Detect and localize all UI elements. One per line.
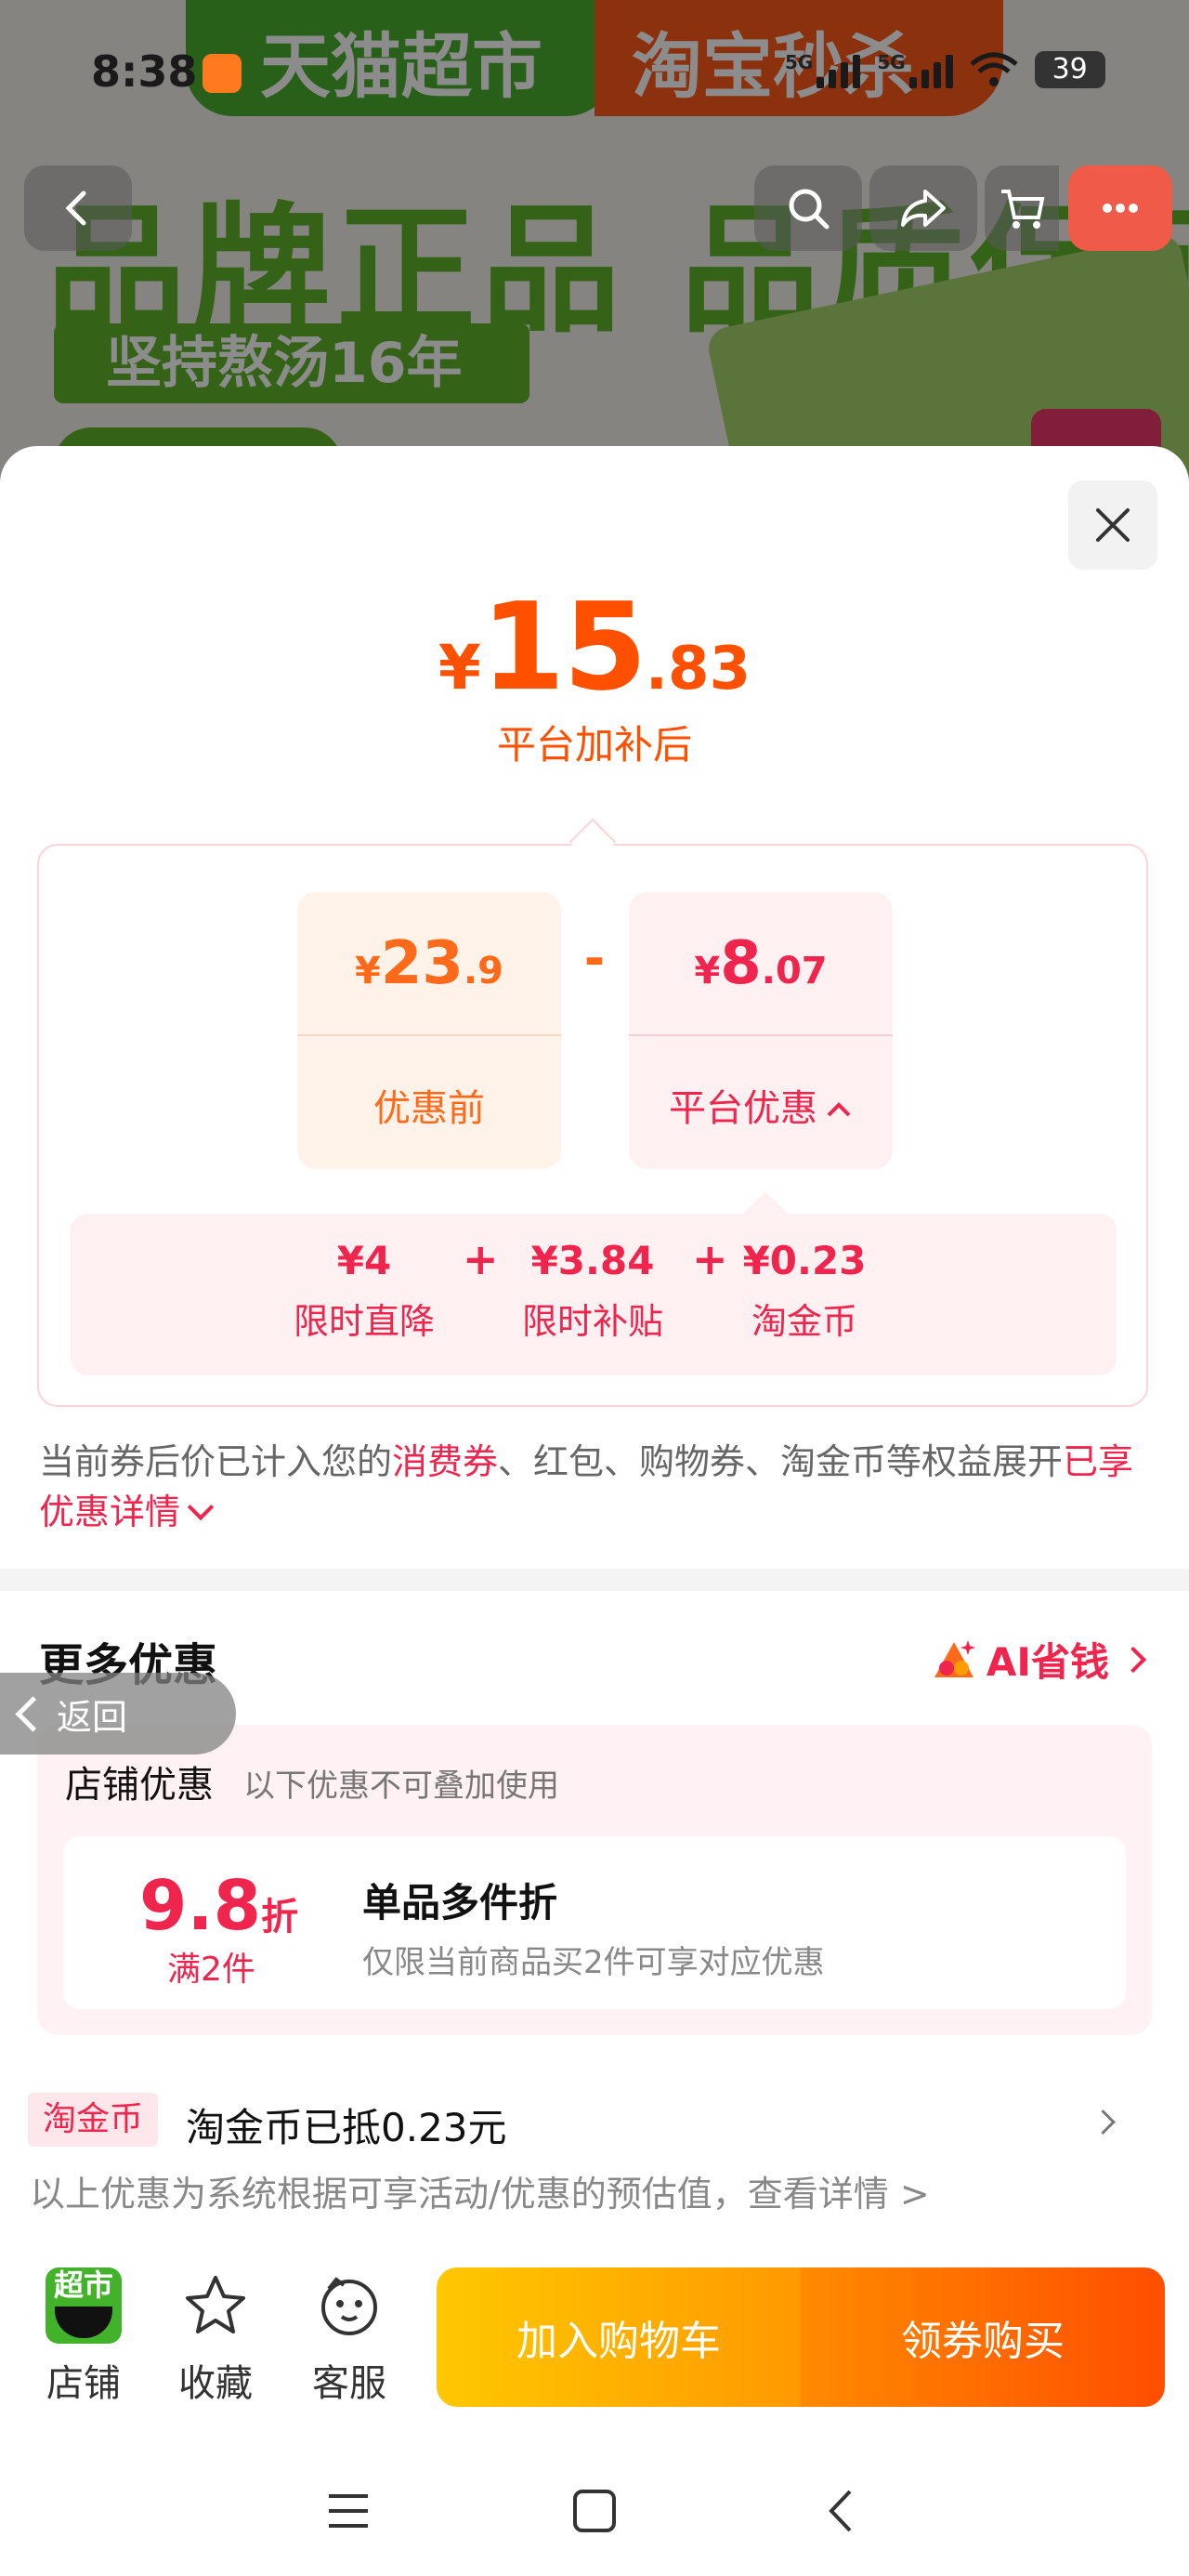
coupon-discount-number: 9.8	[139, 1866, 262, 1946]
shop-discount-title: 店铺优惠	[65, 1764, 214, 1807]
close-icon	[1096, 508, 1130, 542]
network-type-2: 5G	[877, 51, 906, 73]
breakdown-item: ¥4 限时直降	[262, 1238, 466, 1344]
card-divider	[629, 1034, 893, 1036]
chevron-down-icon[interactable]	[187, 1493, 215, 1521]
breakdown-label: 淘金币	[751, 1301, 857, 1342]
search-icon	[789, 189, 830, 230]
final-price-label: 平台加补后	[496, 722, 692, 768]
back-icon	[65, 191, 86, 226]
final-price: ¥15.83	[0, 576, 1189, 717]
star-icon	[186, 2276, 245, 2333]
more-icon	[1103, 204, 1138, 213]
section-separator	[0, 1569, 1189, 1591]
menu-icon	[329, 2494, 368, 2528]
favorite-label: 收藏	[178, 2362, 253, 2405]
home-icon	[573, 2490, 616, 2532]
price-before-amount: ¥23.9	[297, 929, 561, 998]
breakdown-item: ¥0.23 淘金币	[702, 1238, 907, 1344]
floating-back-button[interactable]: 返回	[0, 1673, 236, 1755]
ai-save-link[interactable]: AI省钱	[931, 1631, 1147, 1688]
network-type: 5G	[785, 51, 814, 73]
close-button[interactable]	[1068, 480, 1157, 570]
final-price-integer: 15	[480, 576, 647, 717]
coupon-discount-unit: 折	[261, 1896, 299, 1939]
breakdown-value: ¥3.84	[530, 1238, 655, 1283]
price-note: 当前券后价已计入您的消费券、红包、购物券、淘金币等权益展开已享优惠详情	[39, 1437, 1154, 1537]
minus-sign: -	[583, 929, 606, 988]
breakdown-item: ¥3.84 限时补贴	[490, 1238, 695, 1344]
floating-back-label: 返回	[57, 1696, 128, 1738]
shop-label: 店铺	[46, 2362, 121, 2405]
breakdown-label: 限时补贴	[521, 1301, 663, 1342]
cart-button[interactable]	[985, 165, 1059, 251]
home-button[interactable]	[557, 2474, 632, 2548]
ai-save-label: AI省钱	[986, 1639, 1109, 1685]
note-prefix: 当前券后价已计入您的	[39, 1441, 393, 1482]
breakdown-label: 限时直降	[293, 1301, 435, 1342]
star-icon-box	[177, 2267, 254, 2344]
card-divider	[297, 1034, 561, 1036]
platform-discount-integer: 8	[720, 929, 762, 998]
price-before-decimal: .9	[463, 950, 503, 992]
ai-logo-icon	[934, 1639, 975, 1677]
back-chevron-icon	[15, 1695, 51, 1732]
taobao-app-icon	[203, 54, 242, 93]
status-icons: 5G 5G 39	[785, 51, 1105, 88]
coin-tag: 淘金币	[28, 2093, 159, 2147]
platform-discount-amount: ¥8.07	[629, 929, 893, 998]
search-button[interactable]	[754, 165, 862, 251]
platform-discount-label: 平台优惠	[629, 1078, 893, 1132]
nav-back-icon	[829, 2490, 852, 2532]
platform-discount-decimal: .07	[761, 950, 828, 992]
favorite-tab[interactable]: 收藏	[160, 2267, 271, 2407]
coupon-condition: 满2件	[167, 1951, 255, 1989]
shop-discount-subtitle: 以下优惠不可叠加使用	[243, 1768, 559, 1805]
battery-icon: 39	[1034, 51, 1105, 88]
service-label: 客服	[312, 2362, 386, 2405]
back-button[interactable]	[24, 165, 132, 251]
share-icon	[901, 190, 946, 227]
chevron-up-icon	[827, 1102, 851, 1117]
buy-with-coupon-button[interactable]: 领券购买	[801, 2267, 1165, 2407]
status-time: 8:38	[91, 46, 198, 97]
platform-discount-label-text: 平台优惠	[669, 1087, 817, 1130]
service-icon-box	[311, 2267, 387, 2344]
platform-discount-currency: ¥	[694, 950, 721, 992]
add-to-cart-button[interactable]: 加入购物车	[437, 2267, 801, 2407]
estimate-note-link[interactable]: 以上优惠为系统根据可享活动/优惠的预估值，查看详情 >	[30, 2165, 930, 2216]
signal-icon	[817, 51, 861, 88]
cart-icon	[1001, 190, 1045, 229]
final-price-decimal: .83	[645, 635, 751, 703]
wifi-icon	[970, 52, 1018, 86]
breakdown-notch	[743, 1191, 788, 1214]
service-icon	[321, 2277, 377, 2335]
note-highlight: 消费券	[392, 1441, 499, 1482]
service-tab[interactable]: 客服	[294, 2267, 405, 2407]
note-middle: 、红包、购物券、淘金币等权益展开	[498, 1441, 1064, 1482]
final-price-currency: ¥	[438, 632, 481, 703]
system-back-button[interactable]	[804, 2474, 878, 2548]
share-button[interactable]	[869, 165, 977, 251]
breakdown-value: ¥4	[336, 1238, 392, 1283]
menu-button[interactable]	[311, 2474, 385, 2548]
signal-icon-2	[908, 51, 953, 88]
shop-icon-text: 超市	[53, 2267, 113, 2303]
coupon-discount-value: 9.8折	[139, 1866, 298, 1946]
breakdown-value: ¥0.23	[742, 1238, 867, 1283]
chevron-right-icon	[1119, 1646, 1147, 1673]
more-button[interactable]	[1068, 165, 1172, 251]
price-before-integer: 23	[380, 929, 464, 998]
price-before-currency: ¥	[355, 950, 381, 992]
supermarket-shop-icon: 超市	[46, 2267, 122, 2344]
price-before-card: ¥23.9 优惠前	[297, 892, 561, 1169]
coupon-title: 单品多件折	[362, 1880, 558, 1925]
shop-icon-face	[55, 2307, 112, 2338]
platform-discount-card[interactable]: ¥8.07 平台优惠	[629, 892, 893, 1169]
coin-deduction-text[interactable]: 淘金币已抵0.23元	[186, 2096, 507, 2153]
price-before-label: 优惠前	[373, 1087, 485, 1130]
coupon-description: 仅限当前商品买2件可享对应优惠	[362, 1944, 825, 1981]
shop-tab[interactable]: 超市 店铺	[28, 2267, 139, 2407]
